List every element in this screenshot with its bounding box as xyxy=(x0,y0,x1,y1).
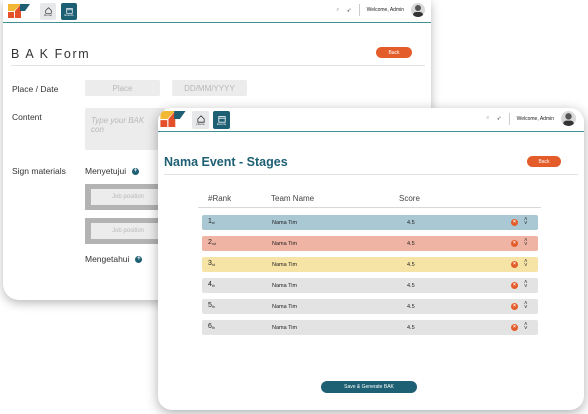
divider xyxy=(508,112,510,125)
nav-events-label: Events xyxy=(216,121,227,126)
avatar[interactable] xyxy=(561,111,576,126)
team-name-cell: Nama Tim xyxy=(272,220,298,226)
score-cell: 4.5 xyxy=(407,262,415,268)
acknowledge-section-heading: Mengetahui + xyxy=(85,254,143,264)
save-generate-bak-button[interactable]: Save & Generate BAK xyxy=(321,381,417,393)
score-cell: 4.5 xyxy=(407,325,415,331)
score-cell: 4.5 xyxy=(407,283,415,289)
team-name-cell: Nama Tim xyxy=(272,283,298,289)
score-cell: 4.5 xyxy=(407,220,415,226)
add-acknowledger-button[interactable]: + xyxy=(135,255,143,263)
rank-cell: 4th xyxy=(208,281,215,288)
remove-row-button[interactable]: × xyxy=(511,282,518,289)
place-input[interactable]: Place xyxy=(85,80,160,96)
job-position-input[interactable]: Job position xyxy=(91,189,165,205)
job-position-input[interactable]: Job position xyxy=(91,223,165,239)
approver-card: Job position xyxy=(85,218,165,244)
top-bar: Home Events ⌕ ➶ Welcome, Admin xyxy=(3,0,431,23)
rocket-icon[interactable]: ➶ xyxy=(497,115,502,122)
page-title: B A K Form xyxy=(11,47,91,61)
nav-home-button[interactable]: Home xyxy=(40,3,56,20)
place-date-label: Place / Date xyxy=(12,84,59,94)
nav-home-label: Home xyxy=(43,12,52,17)
rank-cell: 3rd xyxy=(208,260,216,267)
content-textarea[interactable]: Type your BAK con xyxy=(85,108,165,150)
search-icon[interactable]: ⌕ xyxy=(486,115,489,122)
avatar[interactable] xyxy=(411,3,425,17)
score-cell: 4.5 xyxy=(407,241,415,247)
reorder-icon[interactable]: ˄ ˅ xyxy=(524,238,528,248)
top-bar: Home Events ⌕ ➶ Welcome, Admin xyxy=(158,108,584,132)
rank-cell: 1st xyxy=(208,218,215,225)
table-row[interactable]: 5th Nama Tim 4.5 × ˄ ˅ xyxy=(202,299,538,314)
app-logo[interactable] xyxy=(160,111,186,127)
team-name-cell: Nama Tim xyxy=(272,241,298,247)
app-logo[interactable] xyxy=(8,4,30,18)
approve-section-heading: Menyetujui + xyxy=(85,166,140,176)
table-row[interactable]: 3rd Nama Tim 4.5 × ˄ ˅ xyxy=(202,257,538,272)
reorder-icon[interactable]: ˄ ˅ xyxy=(524,301,528,311)
table-row[interactable]: 2nd Nama Tim 4.5 × ˄ ˅ xyxy=(202,236,538,251)
team-name-cell: Nama Tim xyxy=(272,262,298,268)
column-header-score: Score xyxy=(399,194,420,203)
add-approver-button[interactable]: + xyxy=(132,167,140,175)
rank-cell: 5th xyxy=(208,302,215,309)
score-cell: 4.5 xyxy=(407,304,415,310)
table-row[interactable]: 1st Nama Tim 4.5 × ˄ ˅ xyxy=(202,215,538,230)
back-button[interactable]: Back xyxy=(527,156,561,167)
remove-row-button[interactable]: × xyxy=(511,261,518,268)
nav-events-button[interactable]: Events xyxy=(61,3,77,20)
remove-row-button[interactable]: × xyxy=(511,219,518,226)
table-header-divider xyxy=(198,207,541,208)
rank-cell: 6th xyxy=(208,323,215,330)
rocket-icon[interactable]: ➶ xyxy=(347,7,352,14)
team-name-cell: Nama Tim xyxy=(272,325,298,331)
column-header-rank: #Rank xyxy=(208,194,232,203)
content-label: Content xyxy=(12,112,42,122)
reorder-icon[interactable]: ˄ ˅ xyxy=(524,322,528,332)
approve-label: Menyetujui xyxy=(85,166,127,176)
remove-row-button[interactable]: × xyxy=(511,324,518,331)
divider xyxy=(11,65,425,66)
column-header-team: Team Name xyxy=(271,194,315,203)
remove-row-button[interactable]: × xyxy=(511,303,518,310)
table-row[interactable]: 6th Nama Tim 4.5 × ˄ ˅ xyxy=(202,320,538,335)
nav-events-button[interactable]: Events xyxy=(213,111,230,129)
stages-window: Home Events ⌕ ➶ Welcome, Admin Nama Even… xyxy=(158,108,584,410)
team-name-cell: Nama Tim xyxy=(272,304,298,310)
nav-home-button[interactable]: Home xyxy=(192,111,209,129)
welcome-text: Welcome, Admin xyxy=(516,115,554,122)
reorder-icon[interactable]: ˄ ˅ xyxy=(524,259,528,269)
date-input[interactable]: DD/MM/YYYY xyxy=(172,80,247,96)
rank-cell: 2nd xyxy=(208,239,216,246)
reorder-icon[interactable]: ˄ ˅ xyxy=(524,217,528,227)
remove-row-button[interactable]: × xyxy=(511,240,518,247)
welcome-text: Welcome, Admin xyxy=(366,7,404,13)
sign-materials-label: Sign materials xyxy=(12,166,66,176)
reorder-icon[interactable]: ˄ ˅ xyxy=(524,280,528,290)
search-icon[interactable]: ⌕ xyxy=(336,7,339,14)
acknowledge-label: Mengetahui xyxy=(85,254,130,264)
nav-events-label: Events xyxy=(64,12,74,17)
nav-home-label: Home xyxy=(196,121,205,126)
page-title: Nama Event - Stages xyxy=(164,155,288,169)
top-right-controls: ⌕ ➶ Welcome, Admin xyxy=(336,3,425,17)
top-right-controls: ⌕ ➶ Welcome, Admin xyxy=(486,111,576,126)
table-row[interactable]: 4th Nama Tim 4.5 × ˄ ˅ xyxy=(202,278,538,293)
divider xyxy=(358,4,360,16)
back-button[interactable]: Back xyxy=(376,47,412,58)
divider xyxy=(164,174,578,175)
approver-card: Job position xyxy=(85,184,165,210)
